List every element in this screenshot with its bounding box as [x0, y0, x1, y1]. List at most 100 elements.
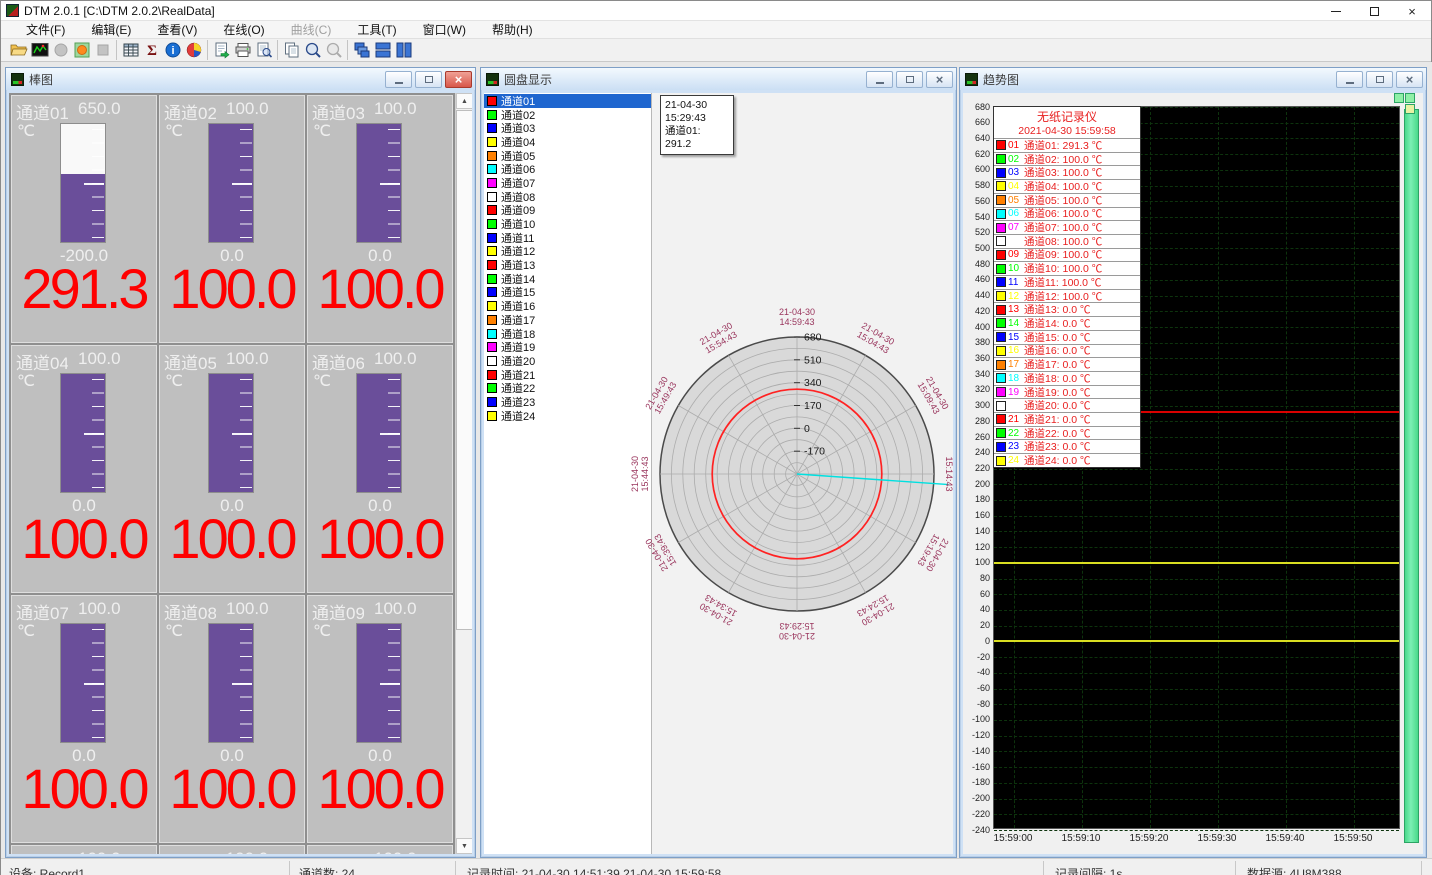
minimize-button[interactable]	[1317, 1, 1355, 21]
trend-window-maximize-button[interactable]	[1366, 71, 1393, 88]
svg-text:21-04-3015:24:43: 21-04-3015:24:43	[855, 592, 896, 627]
y-axis-tick-label: 600	[963, 164, 990, 174]
svg-text:21-04-3015:34:43: 21-04-3015:34:43	[698, 592, 739, 627]
cascade-windows-icon[interactable]	[351, 40, 372, 60]
pie-chart-icon[interactable]	[183, 40, 204, 60]
bar-gauge-cell-通道03: 通道03100.0℃0.0100.0	[307, 95, 453, 343]
gauge-channel-name: 通道10	[16, 849, 68, 854]
gauge-channel-name: 通道11	[164, 849, 216, 854]
bar-window-titlebar[interactable]: 棒图 ×	[6, 68, 475, 90]
gauge-high-limit: 100.0	[226, 99, 269, 119]
legend-channel-number: 24	[1008, 455, 1024, 466]
channel-color-swatch	[487, 287, 497, 297]
status-field-5: 数据源: 4U8M388	[1247, 865, 1342, 875]
y-axis-tick-label: 280	[963, 416, 990, 426]
disk-window-minimize-button[interactable]	[866, 71, 893, 88]
info-icon[interactable]: i	[162, 40, 183, 60]
legend-color-swatch	[996, 387, 1006, 397]
y-axis-tick-label: -140	[963, 746, 990, 756]
disk-window-close-button[interactable]: ×	[926, 71, 953, 88]
gridline-horizontal	[994, 469, 1399, 470]
export-data-icon[interactable]	[211, 40, 232, 60]
gauge-track	[356, 123, 402, 243]
gauge-mid-tick	[84, 433, 104, 435]
close-button[interactable]: ×	[1393, 1, 1431, 21]
trend-window-titlebar[interactable]: 趋势图 ×	[960, 68, 1426, 90]
bar-vertical-scrollbar[interactable]: ▲ ▼	[455, 93, 472, 854]
print-icon[interactable]	[232, 40, 253, 60]
legend-color-swatch	[996, 236, 1006, 246]
y-axis-tick-label: 460	[963, 274, 990, 284]
y-axis-tick-label: -20	[963, 652, 990, 662]
realtime-curve-icon[interactable]	[29, 40, 50, 60]
scroll-corner-icon[interactable]	[1405, 93, 1415, 103]
scroll-corner-icon[interactable]	[1394, 93, 1404, 103]
disk-window-maximize-button[interactable]	[896, 71, 923, 88]
menu-item-8[interactable]: 帮助(H)	[479, 21, 546, 38]
y-axis-tick-label: 580	[963, 180, 990, 190]
menu-item-3[interactable]: 查看(V)	[144, 21, 210, 38]
print-preview-icon[interactable]	[253, 40, 274, 60]
bar-gauge-cell-通道04: 通道04100.0℃0.0100.0	[11, 345, 157, 593]
record-disabled-icon[interactable]	[50, 40, 71, 60]
status-separator	[1421, 861, 1422, 875]
open-file-icon[interactable]	[8, 40, 29, 60]
channel-color-swatch	[487, 315, 497, 325]
scroll-down-icon[interactable]: ▼	[456, 838, 472, 854]
stop-disabled-icon[interactable]	[92, 40, 113, 60]
app-title: DTM 2.0.1 [C:\DTM 2.0.2\RealData]	[24, 4, 215, 18]
maximize-button[interactable]	[1355, 1, 1393, 21]
tooltip-time: 15:29:43	[665, 112, 729, 125]
disk-window-titlebar[interactable]: 圆盘显示 ×	[481, 68, 956, 90]
gauge-unit: ℃	[17, 621, 35, 641]
trend-window-close-button[interactable]: ×	[1396, 71, 1423, 88]
copy-icon[interactable]	[281, 40, 302, 60]
main-titlebar: DTM 2.0.1 [C:\DTM 2.0.2\RealData] ×	[1, 1, 1431, 21]
trend-window-minimize-button[interactable]	[1336, 71, 1363, 88]
trend-vertical-scrollbar[interactable]	[1404, 109, 1419, 843]
bar-window-minimize-button[interactable]	[385, 71, 412, 88]
legend-row-23: 23通道23: 0.0 ℃	[994, 440, 1140, 454]
channel-color-swatch	[487, 123, 497, 133]
menu-item-2[interactable]: 编辑(E)	[78, 21, 144, 38]
gauge-high-limit: 100.0	[374, 599, 417, 619]
gauge-high-limit: 100.0	[226, 849, 269, 854]
scroll-up-icon[interactable]: ▲	[456, 93, 472, 109]
data-table-icon[interactable]	[120, 40, 141, 60]
legend-channel-number: 13	[1008, 304, 1024, 315]
channel-color-swatch	[487, 260, 497, 270]
tile-horizontal-icon[interactable]	[372, 40, 393, 60]
gauge-mid-tick	[84, 683, 104, 685]
gridline-horizontal	[994, 830, 1399, 831]
scroll-corner-icon[interactable]	[1405, 104, 1415, 114]
menu-item-4[interactable]: 在线(O)	[210, 21, 277, 38]
legend-color-swatch	[996, 428, 1006, 438]
svg-text:21-04-3015:39:43: 21-04-3015:39:43	[643, 532, 678, 573]
scroll-thumb[interactable]	[456, 110, 472, 630]
gridline-horizontal	[994, 579, 1399, 580]
y-axis-tick-label: 140	[963, 526, 990, 536]
statistics-sigma-icon[interactable]: Σ	[141, 40, 162, 60]
menu-item-6[interactable]: 工具(T)	[344, 21, 409, 38]
gauge-high-limit: 100.0	[226, 349, 269, 369]
y-axis-tick-label: -200	[963, 793, 990, 803]
legend-row-07: 07通道07: 100.0 ℃	[994, 221, 1140, 235]
record-icon[interactable]	[71, 40, 92, 60]
legend-row-12: 12通道12: 100.0 ℃	[994, 290, 1140, 304]
zoom-in-icon[interactable]	[302, 40, 323, 60]
zoom-out-disabled-icon[interactable]	[323, 40, 344, 60]
gridline-horizontal	[994, 626, 1399, 627]
menu-item-1[interactable]: 文件(F)	[13, 21, 78, 38]
tile-vertical-icon[interactable]	[393, 40, 414, 60]
bar-window-maximize-button[interactable]	[415, 71, 442, 88]
bar-window-close-button[interactable]: ×	[445, 71, 472, 88]
menu-item-5[interactable]: 曲线(C)	[278, 21, 345, 38]
legend-color-swatch	[996, 332, 1006, 342]
svg-text:21-04-3015:19:43: 21-04-3015:19:43	[915, 532, 950, 573]
menu-item-7[interactable]: 窗口(W)	[410, 21, 479, 38]
x-axis-tick-label: 15:59:10	[1051, 833, 1111, 844]
disk-display-window: 圆盘显示 × 通道01通道02通道03通道04通道05通道06通道07通道08通…	[480, 67, 957, 858]
channel-color-swatch	[487, 246, 497, 256]
legend-channel-number: 14	[1008, 318, 1024, 329]
channel-color-swatch	[487, 178, 497, 188]
